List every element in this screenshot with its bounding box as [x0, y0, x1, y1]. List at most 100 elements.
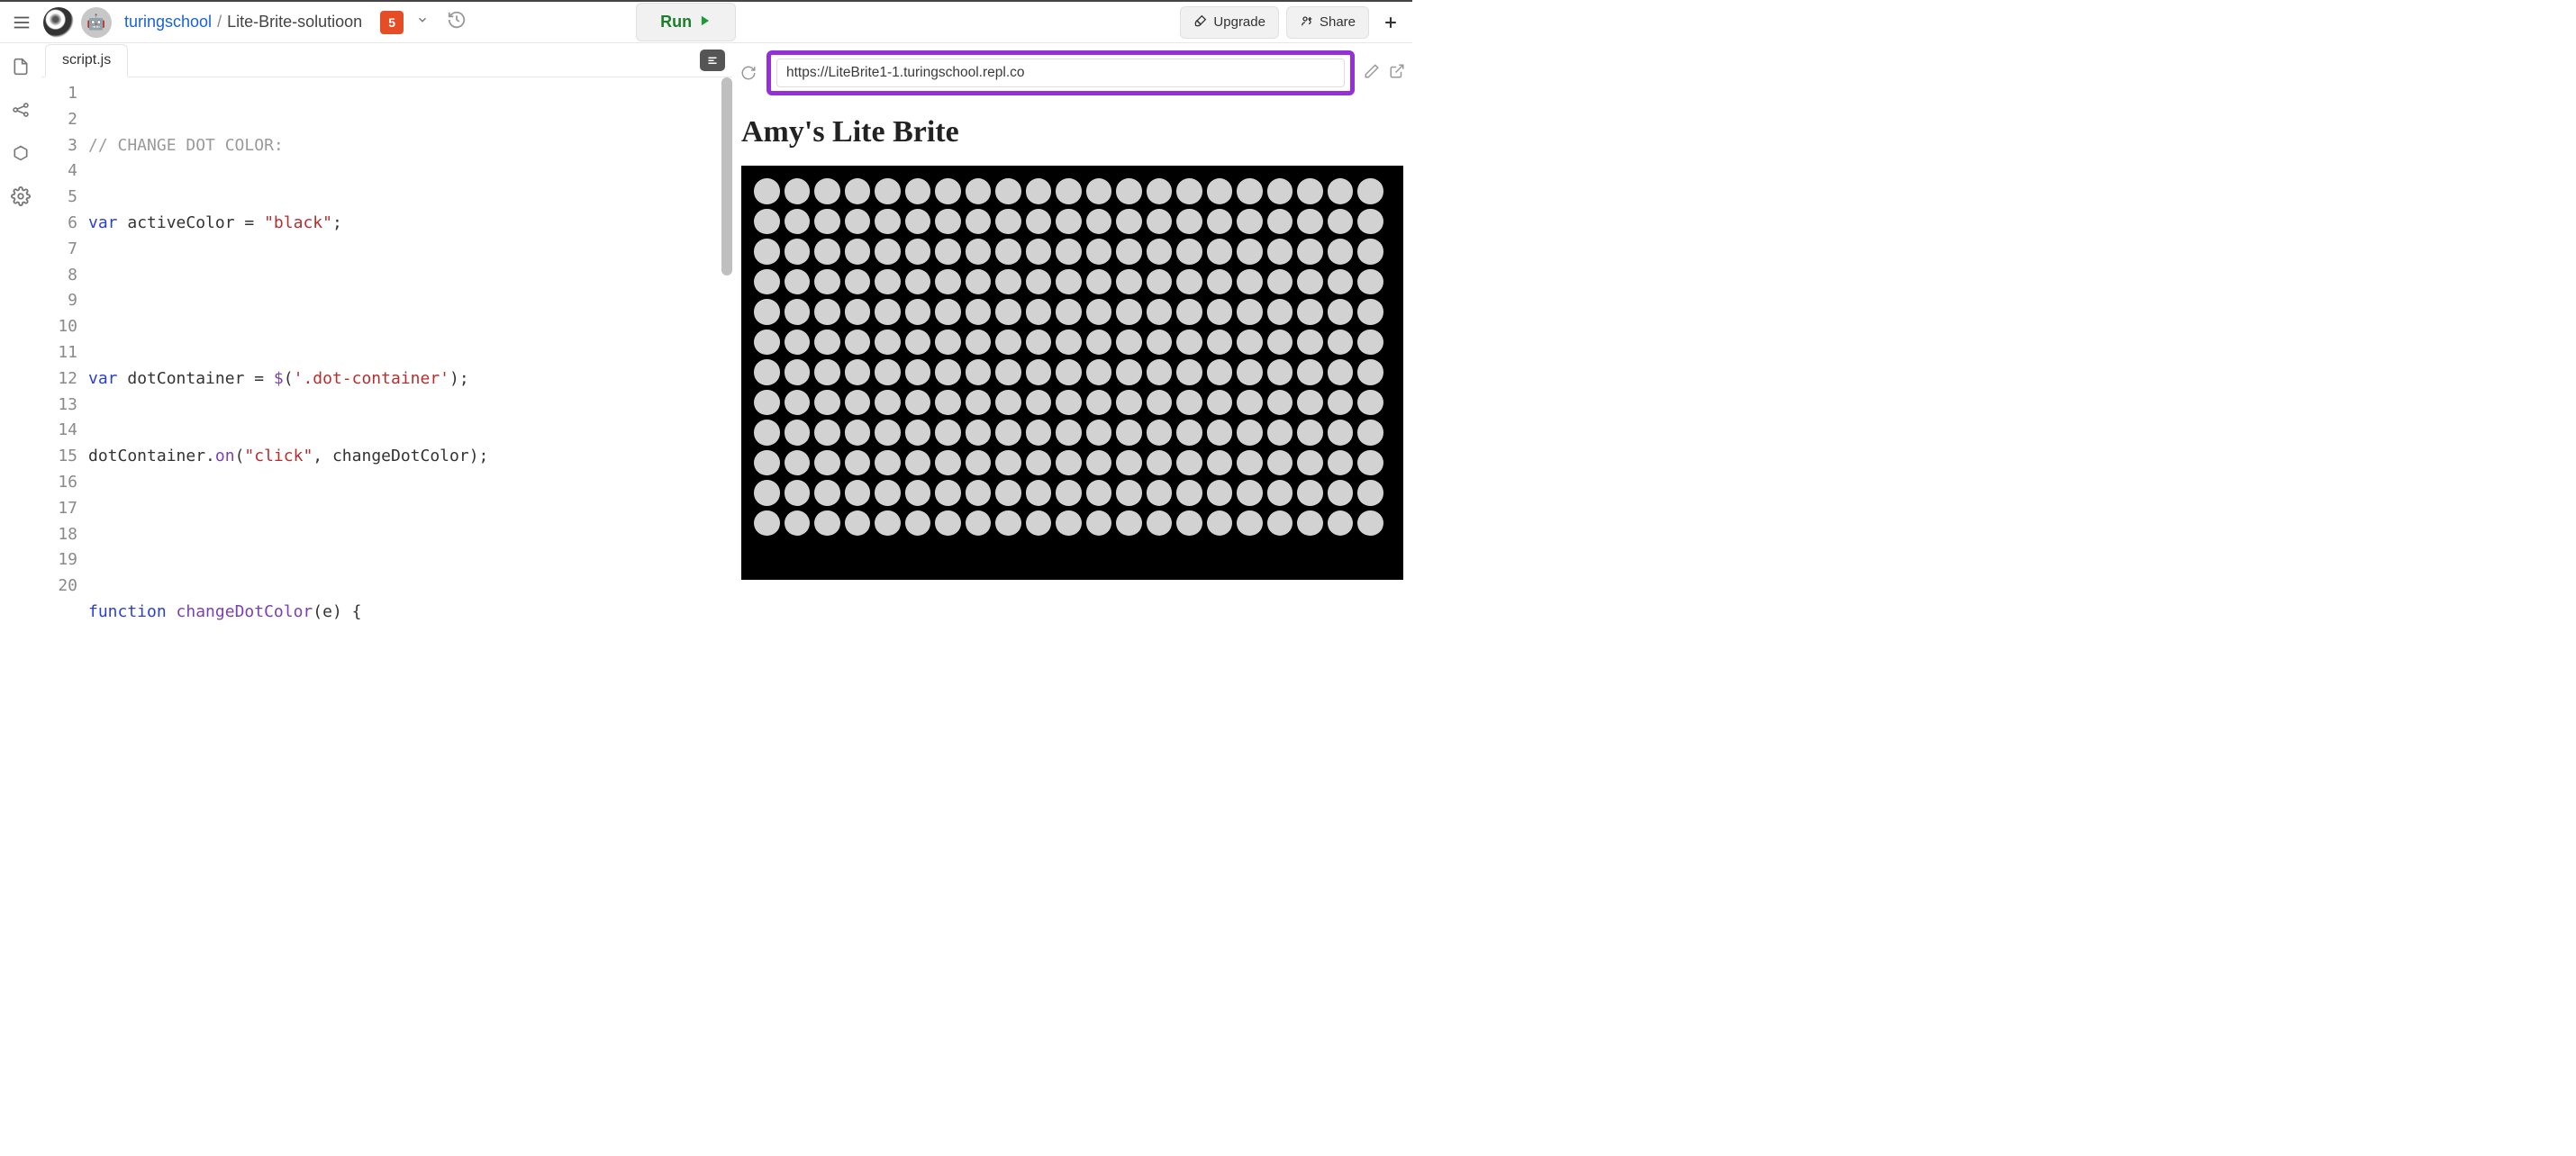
lite-brite-dot[interactable]: [814, 269, 840, 295]
lite-brite-dot[interactable]: [1176, 510, 1202, 537]
lite-brite-dot[interactable]: [875, 299, 901, 325]
lite-brite-dot[interactable]: [1357, 330, 1383, 356]
lite-brite-dot[interactable]: [905, 420, 931, 446]
lite-brite-dot[interactable]: [995, 239, 1021, 265]
lite-brite-dot[interactable]: [875, 420, 901, 446]
lite-brite-dot[interactable]: [966, 269, 992, 295]
lite-brite-dot[interactable]: [1026, 330, 1052, 356]
lite-brite-dot[interactable]: [1086, 299, 1112, 325]
lite-brite-dot[interactable]: [1026, 209, 1052, 235]
preview-url-input[interactable]: [776, 59, 1345, 87]
lite-brite-dot[interactable]: [1207, 390, 1233, 416]
lite-brite-dot[interactable]: [1207, 330, 1233, 356]
lite-brite-dot[interactable]: [1176, 420, 1202, 446]
lite-brite-dot[interactable]: [754, 359, 780, 385]
lite-brite-dot[interactable]: [1026, 299, 1052, 325]
lite-brite-dot[interactable]: [814, 359, 840, 385]
lite-brite-dot[interactable]: [845, 450, 871, 476]
lite-brite-dot[interactable]: [1026, 450, 1052, 476]
lite-brite-dot[interactable]: [845, 239, 871, 265]
lite-brite-dot[interactable]: [1176, 299, 1202, 325]
lite-brite-dot[interactable]: [905, 330, 931, 356]
lite-brite-dot[interactable]: [1297, 330, 1323, 356]
lite-brite-dot[interactable]: [1237, 178, 1263, 204]
lite-brite-dot[interactable]: [935, 359, 961, 385]
lite-brite-dot[interactable]: [1237, 510, 1263, 537]
lite-brite-dot[interactable]: [754, 239, 780, 265]
lite-brite-dot[interactable]: [1357, 359, 1383, 385]
lite-brite-dot[interactable]: [905, 359, 931, 385]
lite-brite-dot[interactable]: [1357, 299, 1383, 325]
lite-brite-dot[interactable]: [1086, 510, 1112, 537]
lite-brite-dot[interactable]: [905, 299, 931, 325]
lite-brite-dot[interactable]: [1026, 178, 1052, 204]
lite-brite-dot[interactable]: [1116, 239, 1142, 265]
lite-brite-dot[interactable]: [1267, 269, 1293, 295]
lite-brite-dot[interactable]: [1237, 390, 1263, 416]
lite-brite-dot[interactable]: [935, 420, 961, 446]
lite-brite-dot[interactable]: [995, 178, 1021, 204]
lite-brite-dot[interactable]: [1267, 330, 1293, 356]
lite-brite-dot[interactable]: [1176, 330, 1202, 356]
lite-brite-dot[interactable]: [1328, 209, 1354, 235]
lite-brite-dot[interactable]: [995, 330, 1021, 356]
lite-brite-dot[interactable]: [995, 269, 1021, 295]
lite-brite-dot[interactable]: [1147, 178, 1173, 204]
share-button[interactable]: Share: [1286, 6, 1369, 39]
lite-brite-dot[interactable]: [1176, 390, 1202, 416]
lite-brite-dot[interactable]: [905, 269, 931, 295]
lite-brite-dot[interactable]: [785, 330, 811, 356]
lite-brite-dot[interactable]: [1267, 299, 1293, 325]
lite-brite-dot[interactable]: [1056, 269, 1082, 295]
lite-brite-dot[interactable]: [1328, 178, 1354, 204]
lite-brite-dot[interactable]: [1086, 269, 1112, 295]
lite-brite-dot[interactable]: [1026, 480, 1052, 506]
lite-brite-dot[interactable]: [1328, 269, 1354, 295]
lite-brite-dot[interactable]: [1207, 510, 1233, 537]
lite-brite-dot[interactable]: [1086, 420, 1112, 446]
lite-brite-dot[interactable]: [1237, 269, 1263, 295]
lite-brite-dot[interactable]: [785, 450, 811, 476]
lite-brite-dot[interactable]: [1297, 480, 1323, 506]
lite-brite-dot[interactable]: [845, 269, 871, 295]
lite-brite-dot[interactable]: [1328, 330, 1354, 356]
lite-brite-dot[interactable]: [1328, 239, 1354, 265]
lite-brite-dot[interactable]: [875, 480, 901, 506]
lite-brite-dot[interactable]: [1237, 450, 1263, 476]
lite-brite-dot[interactable]: [966, 390, 992, 416]
chevron-down-icon[interactable]: [416, 14, 429, 31]
lite-brite-dot[interactable]: [845, 178, 871, 204]
lite-brite-dot[interactable]: [1357, 178, 1383, 204]
lite-brite-dot[interactable]: [1207, 209, 1233, 235]
lite-brite-dot[interactable]: [1237, 239, 1263, 265]
lite-brite-dot[interactable]: [754, 450, 780, 476]
lite-brite-dot[interactable]: [1176, 239, 1202, 265]
code-editor[interactable]: 1234567891011121314151617181920 // CHANG…: [41, 77, 732, 634]
lite-brite-dot[interactable]: [814, 480, 840, 506]
lite-brite-dot[interactable]: [785, 510, 811, 537]
lite-brite-dot[interactable]: [1056, 480, 1082, 506]
lite-brite-dot[interactable]: [785, 269, 811, 295]
lite-brite-dot[interactable]: [1207, 480, 1233, 506]
lite-brite-dot[interactable]: [905, 450, 931, 476]
lite-brite-dot[interactable]: [1086, 390, 1112, 416]
lite-brite-dot[interactable]: [785, 239, 811, 265]
lite-brite-dot[interactable]: [1056, 420, 1082, 446]
lite-brite-dot[interactable]: [1026, 390, 1052, 416]
lite-brite-dot[interactable]: [1207, 269, 1233, 295]
lite-brite-dot[interactable]: [814, 450, 840, 476]
lite-brite-dot[interactable]: [935, 239, 961, 265]
lite-brite-dot[interactable]: [1207, 359, 1233, 385]
lite-brite-dot[interactable]: [1267, 510, 1293, 537]
new-tab-plus-icon[interactable]: [1376, 8, 1405, 37]
lite-brite-dot[interactable]: [1026, 510, 1052, 537]
lite-brite-dot[interactable]: [1237, 480, 1263, 506]
lite-brite-dot[interactable]: [754, 390, 780, 416]
lite-brite-dot[interactable]: [814, 390, 840, 416]
lite-brite-dot[interactable]: [1147, 330, 1173, 356]
lite-brite-dot[interactable]: [1207, 420, 1233, 446]
lite-brite-dot[interactable]: [1357, 390, 1383, 416]
lite-brite-dot[interactable]: [1026, 269, 1052, 295]
lite-brite-dot[interactable]: [935, 390, 961, 416]
lite-brite-dot[interactable]: [1116, 390, 1142, 416]
